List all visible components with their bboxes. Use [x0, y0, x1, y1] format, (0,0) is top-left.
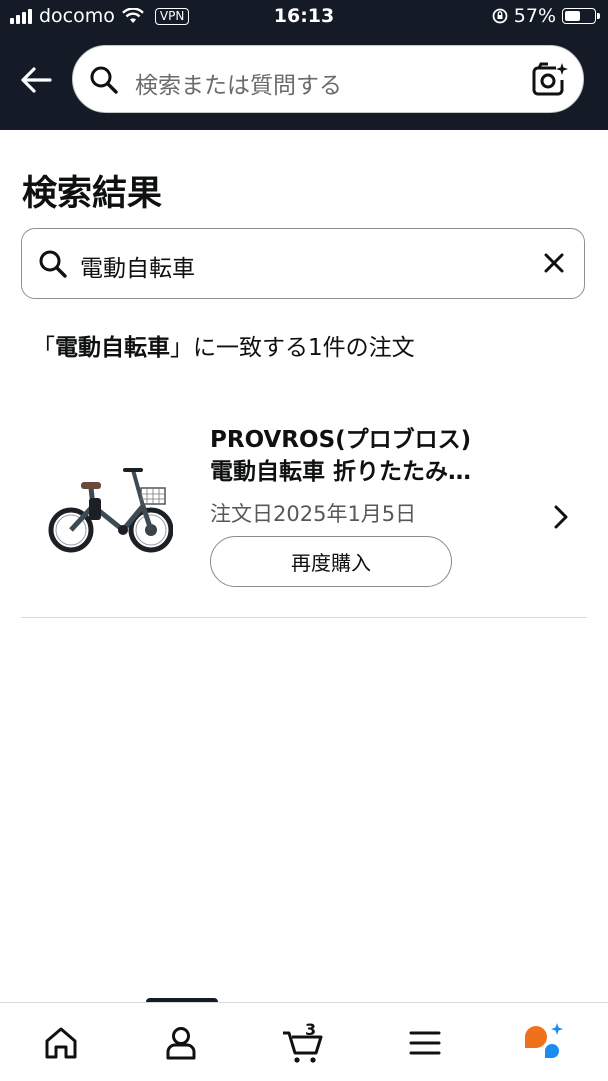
order-title[interactable]: PROVROS(プロブロス) 電動自転車 折りたたみ… [210, 424, 530, 488]
rufus-icon[interactable] [521, 1021, 565, 1065]
order-title-line-2[interactable]: 電動自転車 折りたたみ… [210, 456, 530, 488]
buy-again-button[interactable]: 再度購入 [210, 536, 452, 587]
order-date: 注文日2025年1月5日 [210, 502, 417, 526]
battery-level [565, 11, 580, 21]
search-icon [90, 66, 118, 94]
chevron-right-icon[interactable] [549, 502, 573, 532]
rotation-lock-icon [492, 8, 508, 24]
order-search-field[interactable]: 電動自転車 [21, 228, 585, 299]
home-icon[interactable] [39, 1021, 83, 1065]
order-item[interactable]: PROVROS(プロブロス) 電動自転車 折りたたみ… 注文日2025年1月5日… [21, 400, 587, 618]
search-icon [39, 250, 67, 278]
order-title-line-1[interactable]: PROVROS(プロブロス) [210, 424, 530, 456]
order-search-value[interactable]: 電動自転車 [80, 249, 195, 283]
summary-open-bracket: 「 [32, 335, 55, 361]
top-bar: docomo VPN 16:13 57% 検索または質問する [0, 0, 608, 130]
divider [21, 617, 587, 618]
account-icon[interactable] [159, 1021, 203, 1065]
menu-icon[interactable] [403, 1021, 447, 1065]
close-icon[interactable] [542, 251, 566, 275]
status-right: 57% [492, 5, 600, 27]
product-thumbnail[interactable] [43, 458, 173, 558]
search-placeholder[interactable]: 検索または質問する [135, 66, 342, 100]
battery-icon [562, 8, 600, 24]
cart-icon[interactable] [280, 1021, 324, 1065]
bottom-tab-bar [0, 1002, 608, 1081]
summary-term: 電動自転車 [55, 335, 170, 361]
status-bar: docomo VPN 16:13 57% [0, 0, 608, 34]
page-title: 検索結果 [22, 174, 163, 214]
back-arrow-icon[interactable] [16, 60, 56, 100]
cart-count: 3 [305, 1020, 317, 1039]
summary-rest: 」に一致する1件の注文 [170, 335, 415, 361]
result-summary: 「電動自転車」に一致する1件の注文 [32, 328, 415, 362]
header-search-bar[interactable]: 検索または質問する [72, 45, 584, 113]
camera-lens-icon[interactable] [529, 60, 569, 100]
battery-percent: 57% [513, 5, 556, 27]
